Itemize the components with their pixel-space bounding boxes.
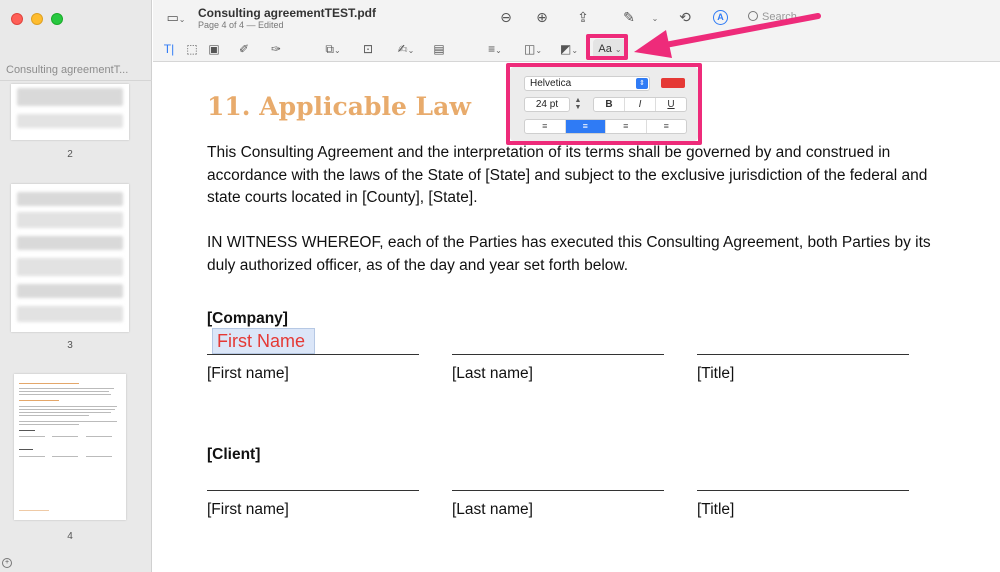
draw-icon[interactable]: ✑ (269, 41, 283, 57)
page-thumbnail-4[interactable] (14, 374, 126, 520)
rect-select-icon[interactable]: ⬚ (185, 41, 199, 57)
close-window-button[interactable] (11, 13, 23, 25)
minimize-window-button[interactable] (31, 13, 43, 25)
page-number-3: 3 (67, 340, 73, 351)
line-style-icon[interactable]: ≡⌄ (483, 41, 507, 59)
border-color-icon[interactable]: ◫⌄ (521, 41, 545, 59)
sign-icon[interactable]: ✍⌄ (393, 41, 419, 59)
redact-icon[interactable]: ▣ (207, 41, 221, 57)
note-icon[interactable]: ▤ (431, 41, 447, 57)
page-thumbnail-3[interactable] (11, 184, 129, 332)
applicable-law-paragraph: This Consulting Agreement and the interp… (207, 144, 928, 206)
main-toolbar: ▭⌄ Consulting agreementTEST.pdf Page 4 o… (153, 0, 1000, 62)
add-icon[interactable]: + (2, 558, 12, 568)
document-title: Consulting agreementTEST.pdf (198, 6, 377, 20)
page-number-2: 2 (67, 149, 73, 160)
zoom-in-icon[interactable]: ⊕ (534, 9, 550, 25)
client-title-line (697, 490, 909, 491)
zoom-window-button[interactable] (51, 13, 63, 25)
document-subtitle: Page 4 of 4 — Edited (198, 20, 284, 30)
page-number-4: 4 (67, 531, 73, 542)
annotation-arrow-icon (634, 13, 821, 58)
sidebar-document-title: Consulting agreementT... (6, 64, 129, 76)
zoom-out-icon[interactable]: ⊖ (498, 9, 514, 25)
company-first-name-line (207, 354, 419, 355)
sidebar-divider (0, 80, 152, 81)
highlight-box-popup (506, 63, 702, 145)
client-last-name-label: [Last name] (452, 501, 533, 518)
section-heading: 11. Applicable Law (207, 92, 471, 121)
sketch-icon[interactable]: ✐ (237, 41, 251, 57)
company-title-label: [Title] (697, 365, 735, 382)
client-last-name-line (452, 490, 664, 491)
share-icon[interactable]: ⇪ (575, 9, 591, 25)
toolbar-row-markup: T| ⬚ ▣ ✐ ✑ ⧉⌄ ⊡ ✍⌄ ▤ ≡⌄ ◫⌄ ◩⌄ Aa ⌄ (153, 36, 1000, 62)
textbox-icon[interactable]: ⊡ (360, 41, 376, 57)
witness-paragraph: IN WITNESS WHEREOF, each of the Parties … (207, 234, 931, 274)
fill-color-icon[interactable]: ◩⌄ (557, 41, 581, 59)
client-first-name-label: [First name] (207, 501, 289, 518)
client-title-label: [Title] (697, 501, 735, 518)
sidebar-toggle-icon[interactable]: ▭⌄ (165, 10, 187, 28)
shapes-icon[interactable]: ⧉⌄ (321, 41, 345, 59)
text-select-icon[interactable]: T| (162, 41, 176, 57)
client-first-name-line (207, 490, 419, 491)
company-last-name-label: [Last name] (452, 365, 533, 382)
company-label: [Company] (207, 310, 288, 327)
company-title-line (697, 354, 909, 355)
company-last-name-line (452, 354, 664, 355)
first-name-text-annotation[interactable]: First Name (212, 328, 315, 354)
window-controls (11, 13, 63, 25)
thumbnail-sidebar: Consulting agreementT... 2 3 4 + (0, 0, 152, 572)
toolbar-row-top: ▭⌄ Consulting agreementTEST.pdf Page 4 o… (153, 0, 1000, 36)
company-first-name-label: [First name] (207, 365, 289, 382)
page-thumbnail-2[interactable] (11, 84, 129, 140)
client-label: [Client] (207, 446, 261, 463)
